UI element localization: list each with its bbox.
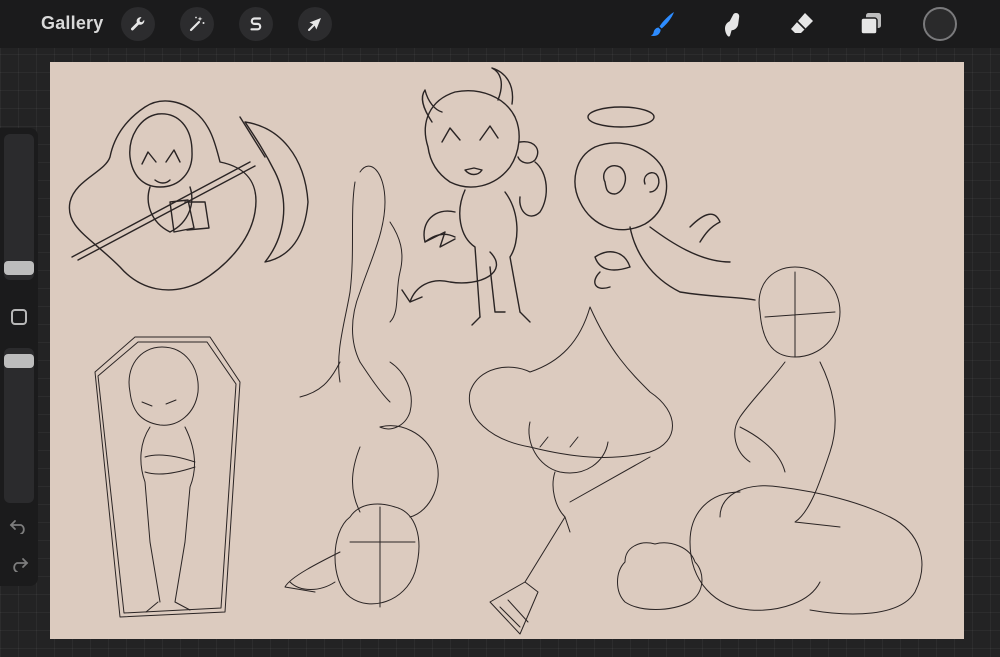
- selection-button[interactable]: [239, 7, 273, 41]
- sketch-artwork: [68, 67, 923, 635]
- brush-opacity-slider[interactable]: [4, 348, 34, 503]
- wrench-icon: [130, 17, 145, 31]
- brush-size-slider[interactable]: [4, 134, 34, 280]
- brush-size-handle[interactable]: [4, 261, 34, 275]
- brush-icon: [650, 12, 674, 36]
- magic-wand-icon: [189, 16, 205, 32]
- top-toolbar: Gallery: [0, 0, 1000, 48]
- smudge-tool-button[interactable]: [714, 6, 750, 42]
- gallery-button[interactable]: Gallery: [41, 13, 103, 34]
- actions-button[interactable]: [121, 7, 155, 41]
- eraser-tool-button[interactable]: [784, 6, 820, 42]
- redo-arrow-icon[interactable]: [9, 556, 29, 572]
- layers-button[interactable]: [853, 6, 889, 42]
- arrow-cursor-icon: [308, 18, 321, 31]
- undo-arrow-icon[interactable]: [9, 518, 29, 534]
- transform-button[interactable]: [298, 7, 332, 41]
- brush-opacity-handle[interactable]: [4, 354, 34, 368]
- layers-icon: [860, 13, 881, 35]
- left-sidebar: [0, 128, 38, 586]
- selection-s-icon: [250, 17, 262, 31]
- drawing-canvas[interactable]: [50, 62, 964, 639]
- adjustments-button[interactable]: [180, 7, 214, 41]
- brush-tool-button[interactable]: [644, 6, 680, 42]
- eraser-icon: [791, 13, 813, 33]
- modify-button[interactable]: [11, 309, 27, 325]
- color-picker-button[interactable]: [923, 7, 957, 41]
- smudge-finger-icon: [725, 13, 740, 37]
